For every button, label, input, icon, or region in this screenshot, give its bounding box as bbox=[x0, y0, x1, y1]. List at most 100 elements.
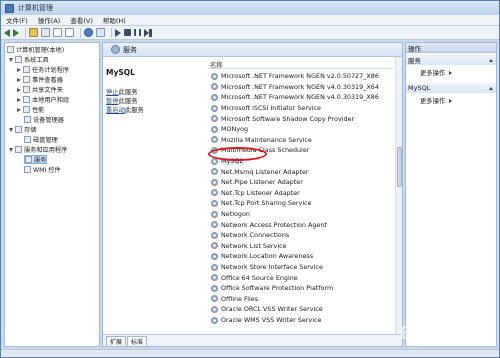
restart-service-icon[interactable] bbox=[144, 28, 149, 37]
service-gear-icon bbox=[211, 274, 218, 282]
service-gear-icon bbox=[211, 295, 218, 303]
collapse-arrow-icon[interactable] bbox=[17, 67, 21, 72]
tree-item-services-and-applications[interactable]: 服务和应用程序 bbox=[9, 145, 67, 154]
refresh-icon[interactable] bbox=[53, 28, 62, 37]
service-row[interactable]: Net.Tcp Port Sharing Service bbox=[208, 198, 394, 209]
collapse-arrow-icon[interactable] bbox=[17, 77, 21, 82]
expand-arrow-icon[interactable] bbox=[9, 57, 13, 62]
tree-item-label: 设备管理器 bbox=[33, 117, 64, 124]
pause-service-action: 暂停此服务 bbox=[106, 96, 137, 105]
service-name: Network List Service bbox=[221, 241, 287, 250]
stop-service-link[interactable]: 停止 bbox=[106, 89, 119, 96]
service-row[interactable]: Netlogon bbox=[208, 209, 394, 220]
service-row[interactable]: Network Location Awareness bbox=[208, 251, 394, 262]
service-gear-icon bbox=[211, 93, 218, 101]
tree-item-services[interactable]: 服务 bbox=[24, 155, 48, 164]
toolbar-divider bbox=[111, 27, 112, 38]
tree-item-wmi-control[interactable]: WMI 控件 bbox=[24, 165, 61, 174]
vertical-scrollbar[interactable] bbox=[395, 57, 402, 334]
restart-service-link[interactable]: 重启动 bbox=[106, 107, 125, 114]
tree-item-task-scheduler[interactable]: 任务计划程序 bbox=[17, 65, 69, 74]
service-row[interactable]: MONyog bbox=[208, 124, 394, 135]
properties-icon[interactable] bbox=[96, 28, 105, 37]
service-row[interactable]: Net.Msmq Listener Adapter bbox=[208, 166, 394, 177]
folder-icon[interactable] bbox=[29, 28, 38, 37]
tree-item-label: 本地用户和组 bbox=[32, 97, 70, 104]
tree-item-local-users-groups[interactable]: 本地用户和组 bbox=[17, 95, 69, 104]
tree-item-system-tools[interactable]: 系统工具 bbox=[9, 55, 49, 64]
performance-icon bbox=[23, 106, 30, 113]
service-row[interactable]: Net.Pipe Listener Adapter bbox=[208, 177, 394, 188]
service-name: Net.Tcp Listener Adapter bbox=[221, 188, 300, 197]
tab-standard[interactable]: 标准 bbox=[127, 336, 148, 346]
show-hide-tree-icon[interactable] bbox=[41, 28, 50, 37]
forward-arrow-icon[interactable] bbox=[13, 28, 19, 37]
menu-file[interactable]: 文件(F) bbox=[1, 15, 33, 25]
service-row[interactable]: Microsoft .NET Framework NGEN v4.0.30319… bbox=[208, 92, 394, 103]
service-row[interactable]: Mozilla Maintenance Service bbox=[208, 135, 394, 146]
menu-action[interactable]: 操作(A) bbox=[33, 15, 66, 25]
pause-service-icon[interactable] bbox=[134, 29, 141, 36]
tree-item-event-viewer[interactable]: 事件查看器 bbox=[17, 75, 63, 84]
service-name: Offline Files bbox=[221, 294, 259, 303]
menu-view[interactable]: 查看(V) bbox=[65, 15, 98, 25]
more-actions-mysql[interactable]: 更多操作 bbox=[420, 96, 452, 105]
tree-item-storage[interactable]: 存储 bbox=[9, 125, 36, 134]
collapse-arrow-icon[interactable] bbox=[17, 107, 21, 112]
service-row[interactable]: Microsoft .NET Framework NGEN v4.0.30319… bbox=[208, 82, 394, 93]
service-gear-icon bbox=[211, 263, 218, 271]
tree-item-shared-folders[interactable]: 共享文件夹 bbox=[17, 85, 63, 94]
service-row[interactable]: Microsoft iSCSI Initiator Service bbox=[208, 103, 394, 114]
service-row[interactable]: Oracle ORCL VSS Writer Service bbox=[208, 304, 394, 315]
start-service-icon[interactable] bbox=[115, 28, 121, 37]
service-row[interactable]: Network List Service bbox=[208, 241, 394, 252]
service-row[interactable]: Network Store Interface Service bbox=[208, 262, 394, 273]
tree-item-computer-management[interactable]: 计算机管理(本地) bbox=[7, 45, 64, 54]
stop-service-icon[interactable] bbox=[124, 29, 131, 36]
tree-item-performance[interactable]: 性能 bbox=[17, 105, 44, 114]
computer-management-window: 计算机管理 文件(F) 操作(A) 查看(V) 帮助(H) 计算机管理(本地) bbox=[0, 0, 500, 358]
tree-item-label: WMI 控件 bbox=[33, 167, 61, 174]
menu-help[interactable]: 帮助(H) bbox=[98, 15, 131, 25]
menu-bar: 文件(F) 操作(A) 查看(V) 帮助(H) bbox=[1, 15, 499, 26]
service-gear-icon bbox=[211, 168, 218, 176]
actions-section-mysql[interactable]: MySQL bbox=[406, 83, 496, 93]
column-header-name[interactable]: 名称 bbox=[208, 60, 394, 69]
actions-header: 操作 bbox=[406, 43, 496, 53]
services-gear-icon bbox=[111, 45, 120, 54]
service-row[interactable]: Office 64 Source Engine bbox=[208, 272, 394, 283]
clock-icon bbox=[23, 66, 30, 73]
service-row[interactable]: Offline Files bbox=[208, 294, 394, 305]
toolbar-divider bbox=[80, 27, 81, 38]
scrollbar-thumb[interactable] bbox=[397, 147, 402, 187]
services-title: 服务 bbox=[123, 45, 137, 54]
service-row[interactable]: Microsoft .NET Framework NGEN v2.0.50727… bbox=[208, 71, 394, 82]
service-row[interactable]: Oracle WMS VSS Writer Service bbox=[208, 315, 394, 326]
service-row[interactable]: Network Access Protection Agent bbox=[208, 219, 394, 230]
expand-arrow-icon[interactable] bbox=[9, 127, 13, 132]
expand-arrow-icon[interactable] bbox=[9, 147, 13, 152]
tree-item-label: 共享文件夹 bbox=[32, 87, 63, 94]
tree-item-device-manager[interactable]: 设备管理器 bbox=[24, 115, 64, 124]
collapse-up-icon[interactable] bbox=[489, 58, 493, 62]
export-list-icon[interactable] bbox=[65, 28, 74, 37]
service-row[interactable]: Microsoft Software Shadow Copy Provider bbox=[208, 113, 394, 124]
collapse-up-icon[interactable] bbox=[489, 86, 493, 90]
tree-item-disk-management[interactable]: 磁盘管理 bbox=[24, 135, 58, 144]
service-gear-icon bbox=[211, 305, 218, 313]
service-row[interactable]: Network Connections bbox=[208, 230, 394, 241]
back-arrow-icon[interactable] bbox=[4, 28, 10, 37]
computer-icon bbox=[7, 46, 14, 53]
title-bar: 计算机管理 bbox=[1, 1, 499, 15]
service-name: Network Location Awareness bbox=[221, 252, 314, 261]
collapse-arrow-icon[interactable] bbox=[17, 97, 21, 102]
pause-service-link[interactable]: 暂停 bbox=[106, 98, 119, 105]
link-suffix: 此服务 bbox=[118, 98, 138, 105]
more-actions-services[interactable]: 更多操作 bbox=[420, 68, 452, 77]
collapse-arrow-icon[interactable] bbox=[17, 87, 21, 92]
actions-section-services[interactable]: 服务 bbox=[406, 55, 496, 65]
service-row[interactable]: Office Software Protection Platform bbox=[208, 283, 394, 294]
tab-extended[interactable]: 扩展 bbox=[106, 336, 127, 346]
service-row[interactable]: Net.Tcp Listener Adapter bbox=[208, 188, 394, 199]
help-icon[interactable] bbox=[84, 28, 93, 37]
